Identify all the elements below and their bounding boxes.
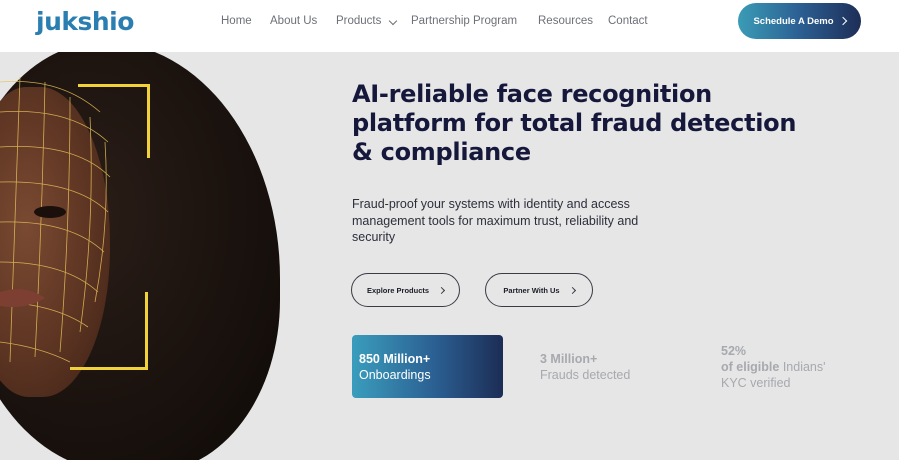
partner-with-us-button[interactable]: Partner With Us [485, 273, 593, 307]
nav-products[interactable]: Products [336, 15, 397, 27]
stat-label: Frauds detected [540, 368, 631, 382]
schedule-demo-label: Schedule A Demo [753, 15, 834, 27]
stat-label: Indians' [782, 360, 826, 374]
eye-shape [34, 206, 66, 218]
explore-products-button[interactable]: Explore Products [351, 273, 460, 307]
stat-label-bold: of eligible [721, 360, 780, 374]
stat-label-line2: KYC verified [721, 376, 791, 390]
jukshio-logo[interactable]: jukshio [36, 7, 134, 36]
nav-resources[interactable]: Resources [538, 15, 593, 27]
stat-label-line: of eligible Indians' [721, 359, 826, 375]
stat-onboardings: 850 Million+ Onboardings [352, 335, 503, 398]
scan-bracket-top [78, 84, 150, 158]
chevron-right-icon [568, 286, 576, 294]
stat-value: 3 Million+ [540, 352, 598, 366]
partner-with-us-label: Partner With Us [503, 285, 560, 295]
site-header: jukshio Home About Us Products Partnersh… [0, 0, 899, 52]
nav-about-us[interactable]: About Us [270, 15, 317, 27]
explore-products-label: Explore Products [366, 285, 430, 295]
stat-frauds-detected: 3 Million+ Frauds detected [540, 351, 630, 383]
nav-home[interactable]: Home [221, 15, 252, 27]
stat-label: Onboardings [359, 368, 431, 382]
scan-bracket-bottom [70, 292, 148, 370]
hero-headline: AI-reliable face recognition platform fo… [352, 80, 797, 166]
face-mesh-overlay [0, 76, 111, 363]
schedule-demo-button[interactable]: Schedule A Demo [738, 3, 861, 39]
chevron-right-icon [438, 286, 446, 294]
hero-face-scan-image [0, 52, 300, 460]
nav-contact[interactable]: Contact [608, 15, 648, 27]
stat-value: 850 Million+ [359, 352, 431, 366]
hero-subtext: Fraud-proof your systems with identity a… [352, 197, 639, 244]
chevron-down-icon [388, 16, 397, 26]
nav-products-label: Products [336, 15, 382, 27]
stat-value: 52% [721, 344, 747, 358]
stat-kyc-verified: 52% of eligible Indians' KYC verified [721, 343, 826, 391]
chevron-right-icon [838, 16, 847, 26]
nav-partnership-program[interactable]: Partnership Program [411, 15, 517, 27]
